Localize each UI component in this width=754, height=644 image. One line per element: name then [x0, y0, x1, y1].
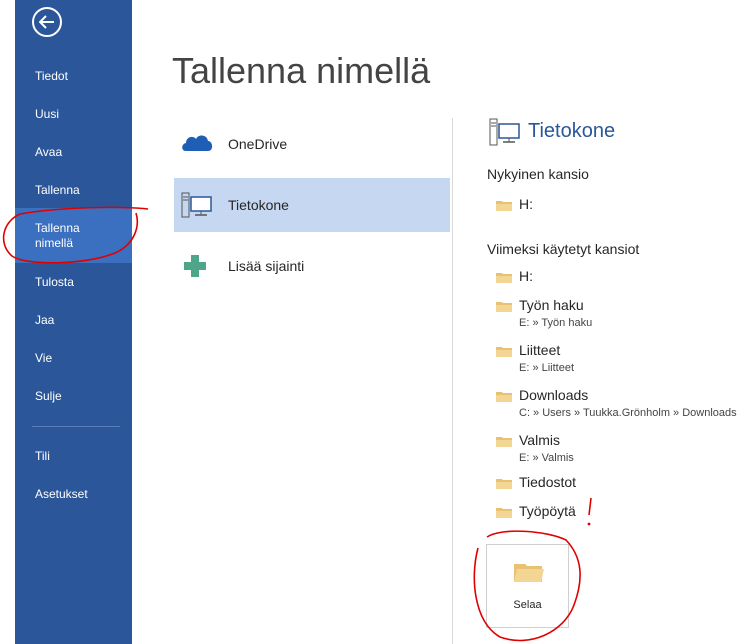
annotation-exclamation-dot	[587, 522, 591, 526]
sidebar-item-vie[interactable]: Vie	[15, 351, 132, 366]
folder-icon	[496, 201, 512, 211]
backstage-sidebar: Tiedot Uusi Avaa Tallenna Tallenna nimel…	[15, 0, 132, 644]
sidebar-item-jaa[interactable]: Jaa	[15, 313, 132, 328]
location-add[interactable]: Lisää sijainti	[174, 239, 450, 293]
folder-name: H:	[519, 268, 533, 284]
folder-name: H:	[519, 196, 533, 212]
sidebar-divider	[32, 426, 120, 427]
folder-path: E: » Valmis	[519, 452, 574, 464]
arrow-left-icon	[39, 15, 54, 29]
folder-name: Työpöytä	[519, 503, 576, 519]
folder-icon	[496, 347, 512, 357]
annotation-exclamation	[588, 497, 592, 516]
folder-path: E: » Liitteet	[519, 362, 575, 374]
location-onedrive[interactable]: OneDrive	[174, 117, 450, 171]
folder-name: Tiedostot	[519, 474, 577, 490]
folder-name: Liitteet	[519, 342, 561, 358]
sidebar-item-tiedot[interactable]: Tiedot	[15, 69, 132, 84]
computer-icon	[181, 192, 212, 218]
sidebar-item-asetukset[interactable]: Asetukset	[15, 487, 132, 502]
location-label: Tietokone	[228, 197, 289, 213]
location-label: Lisää sijainti	[228, 258, 305, 274]
current-folder-heading: Nykyinen kansio	[487, 166, 589, 182]
cloud-icon	[182, 135, 213, 151]
page-title: Tallenna nimellä	[172, 50, 431, 91]
sidebar-item-label-line2: nimellä	[35, 236, 74, 250]
location-tietokone[interactable]: Tietokone	[174, 178, 450, 232]
sidebar-item-uusi[interactable]: Uusi	[15, 107, 132, 122]
panel-divider	[452, 118, 453, 644]
plus-icon	[184, 255, 206, 277]
folder-name: Downloads	[519, 387, 589, 403]
folder-name: Valmis	[519, 432, 560, 448]
folder-icon	[514, 564, 544, 582]
sidebar-item-avaa[interactable]: Avaa	[15, 145, 132, 160]
folder-name: Työn haku	[519, 297, 584, 313]
folder-icon	[496, 479, 512, 489]
folder-icon	[496, 273, 512, 283]
sidebar-item-tallenna[interactable]: Tallenna	[15, 183, 132, 198]
location-label: OneDrive	[228, 136, 288, 152]
folder-icon	[496, 437, 512, 447]
folder-path: E: » Työn haku	[519, 317, 593, 329]
sidebar-item-label-line1: Tallenna	[35, 221, 80, 235]
folder-icon	[496, 302, 512, 312]
sidebar-item-tallenna-nimella[interactable]: Tallenna nimellä	[15, 208, 132, 263]
sidebar-item-sulje[interactable]: Sulje	[15, 389, 132, 404]
back-button[interactable]	[32, 7, 62, 37]
browse-button[interactable]: Selaa	[486, 544, 569, 628]
folder-icon	[496, 392, 512, 402]
computer-icon	[489, 118, 520, 146]
browse-label: Selaa	[513, 599, 542, 611]
left-margin	[0, 0, 15, 644]
sidebar-item-tili[interactable]: Tili	[15, 449, 132, 464]
folder-icon	[496, 508, 512, 518]
panel-title: Tietokone	[528, 120, 616, 142]
recent-folders-heading: Viimeksi käytetyt kansiot	[487, 241, 640, 257]
folder-path: C: » Users » Tuukka.Grönholm » Downloads	[519, 407, 737, 419]
sidebar-item-tulosta[interactable]: Tulosta	[15, 275, 132, 290]
